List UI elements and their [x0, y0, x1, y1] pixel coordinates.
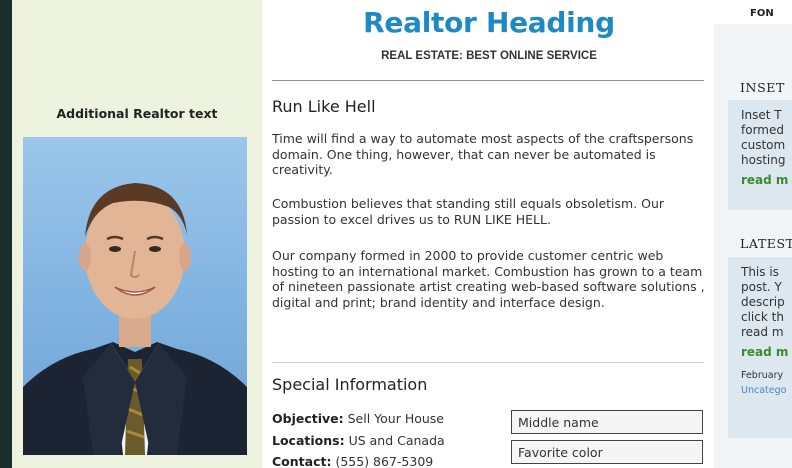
right-sidebar: FON INSET Inset T formed custom hosting …: [714, 0, 792, 468]
inset-read-more-link[interactable]: read m: [741, 173, 792, 188]
section-divider: [272, 362, 704, 363]
header-divider: [272, 80, 704, 81]
left-edge-band: [0, 0, 12, 468]
latest-text-line: click th: [741, 310, 784, 324]
inset-box: Inset T formed custom hosting read m: [728, 100, 792, 210]
contact-value: (555) 867-5309: [335, 454, 434, 468]
favorite-color-field[interactable]: Favorite color: [511, 440, 703, 464]
contact-row: Contact: (555) 867-5309: [272, 451, 512, 468]
post-date: February: [741, 370, 784, 381]
article-title: Run Like Hell: [272, 97, 376, 116]
inset-heading: INSET: [740, 80, 785, 95]
locations-label: Locations:: [272, 432, 345, 448]
latest-text-line: descrip: [741, 295, 785, 309]
font-size-control[interactable]: FON: [750, 8, 774, 19]
latest-post-box: This is post. Y descrip click th read m …: [728, 257, 792, 438]
latest-heading: LATEST: [740, 236, 792, 251]
objective-row: Objective: Sell Your House: [272, 408, 512, 430]
main-content: Realtor Heading REAL ESTATE: BEST ONLINE…: [262, 0, 714, 468]
special-information-title: Special Information: [272, 375, 428, 394]
objective-label: Objective:: [272, 411, 344, 426]
realtor-photo: [23, 137, 247, 455]
article-paragraph: Combustion believes that standing still …: [272, 196, 665, 227]
contact-label: Contact:: [272, 454, 332, 468]
latest-text-line: This is: [741, 265, 779, 279]
left-sidebar: Additional Realtor text: [12, 0, 262, 468]
middle-name-field[interactable]: Middle name: [511, 410, 703, 434]
site-title[interactable]: Realtor Heading: [272, 6, 706, 39]
inset-text-line: Inset T: [741, 108, 782, 122]
inset-text-line: hosting: [741, 153, 786, 167]
sidebar-heading: Additional Realtor text: [56, 106, 218, 121]
article-paragraph: Our company formed in 2000 to provide cu…: [272, 248, 705, 310]
objective-value: Sell Your House: [347, 411, 444, 426]
locations-row: Locations: US and Canada: [272, 430, 512, 452]
inset-text-line: formed: [741, 123, 784, 137]
special-info-list: Objective: Sell Your House Locations: US…: [272, 408, 512, 468]
locations-value: US and Canada: [348, 432, 445, 448]
latest-text-line: read m: [741, 325, 784, 339]
article-paragraph: Time will find a way to automate most as…: [272, 131, 694, 177]
latest-text-line: post. Y: [741, 280, 782, 294]
inset-text-line: custom: [741, 138, 786, 152]
latest-read-more-link[interactable]: read m: [741, 345, 792, 360]
site-tagline: REAL ESTATE: BEST ONLINE SERVICE: [381, 50, 597, 62]
post-category-link[interactable]: Uncatego: [741, 383, 792, 398]
right-top-bar: FON: [714, 0, 792, 24]
